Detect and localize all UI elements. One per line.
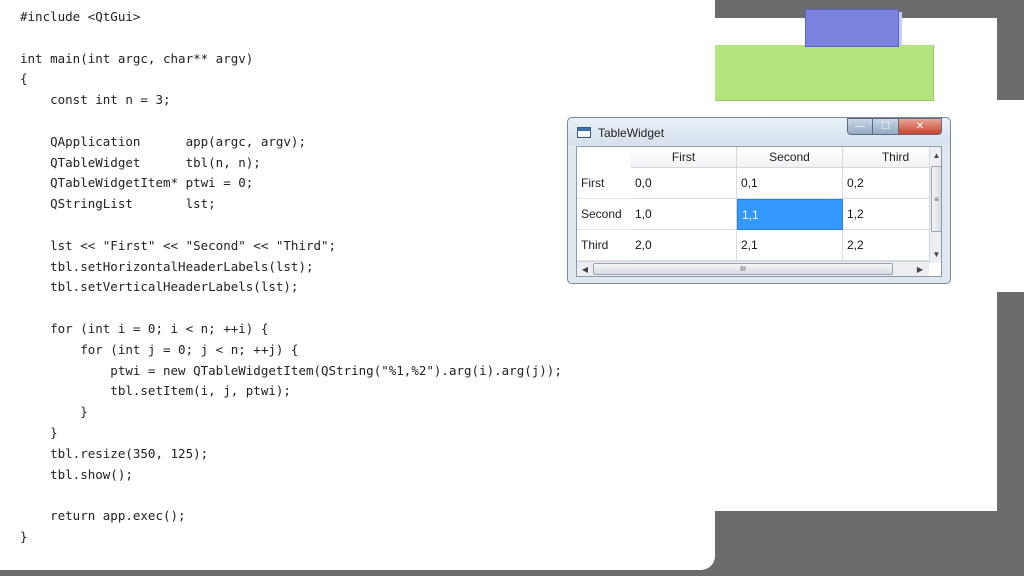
right-white-strip: [997, 100, 1024, 292]
table-cell[interactable]: 0,0: [631, 168, 737, 199]
minimize-button[interactable]: —: [847, 118, 873, 135]
grip-icon: III: [740, 265, 746, 273]
table-cell[interactable]: 0,1: [737, 168, 843, 199]
code-panel: #include <QtGui> int main(int argc, char…: [0, 0, 715, 570]
vertical-scrollbar[interactable]: ▲ ≡ ▼: [929, 147, 941, 263]
scroll-right-icon[interactable]: ▶: [913, 262, 927, 276]
horizontal-scrollbar[interactable]: ◀ III ▶: [577, 261, 929, 276]
blue-shape: [805, 9, 899, 47]
scroll-left-icon[interactable]: ◀: [578, 262, 592, 276]
table-cell-selected[interactable]: 1,1: [737, 199, 843, 230]
window-title-bar[interactable]: TableWidget — ☐ ✕: [568, 118, 950, 145]
row-header-first[interactable]: First: [577, 168, 631, 199]
table-widget[interactable]: First Second Third First Second Third 0,…: [576, 146, 942, 277]
table-cell[interactable]: 1,0: [631, 199, 737, 230]
column-header-second[interactable]: Second: [737, 147, 843, 168]
scroll-down-icon[interactable]: ▼: [930, 247, 941, 261]
scroll-up-icon[interactable]: ▲: [930, 148, 941, 162]
row-header-third[interactable]: Third: [577, 230, 631, 261]
window-title: TableWidget: [598, 126, 665, 140]
table-cell[interactable]: 2,0: [631, 230, 737, 261]
column-header-third[interactable]: Third: [843, 147, 941, 168]
table-cell[interactable]: 2,2: [843, 230, 941, 261]
close-button[interactable]: ✕: [899, 118, 942, 135]
table-cell[interactable]: 1,2: [843, 199, 941, 230]
window-controls: — ☐ ✕: [847, 118, 942, 135]
window-app-icon: [577, 127, 591, 138]
table-widget-window[interactable]: TableWidget — ☐ ✕ First Second Third Fir…: [567, 117, 951, 284]
column-header-first[interactable]: First: [631, 147, 737, 168]
source-code: #include <QtGui> int main(int argc, char…: [20, 9, 562, 544]
table-corner[interactable]: [577, 147, 631, 168]
green-shape: [715, 45, 934, 101]
horizontal-scroll-thumb[interactable]: III: [593, 263, 893, 275]
maximize-button[interactable]: ☐: [873, 118, 899, 135]
table-cell[interactable]: 2,1: [737, 230, 843, 261]
row-header-second[interactable]: Second: [577, 199, 631, 230]
maximize-icon: ☐: [881, 121, 890, 132]
minimize-icon: —: [855, 121, 865, 132]
close-icon: ✕: [915, 121, 925, 132]
table-cell[interactable]: 0,2: [843, 168, 941, 199]
vertical-scroll-thumb[interactable]: ≡: [931, 166, 941, 232]
grip-icon: ≡: [934, 194, 939, 204]
